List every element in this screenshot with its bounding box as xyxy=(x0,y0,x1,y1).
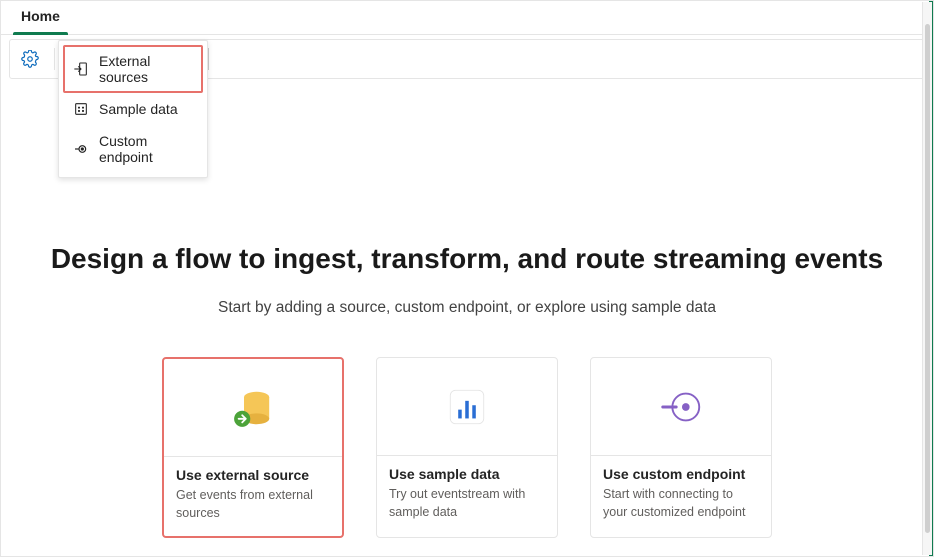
card-sample-data[interactable]: Use sample data Try out eventstream with… xyxy=(376,357,558,538)
external-sources-icon xyxy=(73,61,89,77)
card-desc: Get events from external sources xyxy=(176,487,330,522)
sample-data-icon xyxy=(73,101,89,117)
gear-icon xyxy=(21,50,39,68)
card-desc: Start with connecting to your customized… xyxy=(603,486,759,521)
card-title: Use custom endpoint xyxy=(603,466,759,482)
custom-endpoint-icon xyxy=(73,141,89,157)
page-subheading: Start by adding a source, custom endpoin… xyxy=(21,299,913,317)
page-headline: Design a flow to ingest, transform, and … xyxy=(21,243,913,275)
dropdown-item-label: External sources xyxy=(99,53,193,85)
settings-button[interactable] xyxy=(16,45,44,73)
card-title: Use external source xyxy=(176,467,330,483)
add-source-dropdown: External sources Sample data Custom endp… xyxy=(58,40,208,178)
dropdown-item-label: Custom endpoint xyxy=(99,133,193,165)
card-desc: Try out eventstream with sample data xyxy=(389,486,545,521)
dropdown-item-label: Sample data xyxy=(99,101,178,117)
toolbar-divider xyxy=(54,48,55,70)
card-custom-endpoint-illustration xyxy=(591,358,771,456)
tab-home[interactable]: Home xyxy=(13,2,68,34)
tab-home-label: Home xyxy=(21,8,60,24)
dropdown-item-external-sources[interactable]: External sources xyxy=(63,45,203,93)
card-external-source-illustration xyxy=(164,359,342,457)
card-custom-endpoint[interactable]: Use custom endpoint Start with connectin… xyxy=(590,357,772,538)
dropdown-item-custom-endpoint[interactable]: Custom endpoint xyxy=(63,125,203,173)
tab-bar: Home xyxy=(1,1,933,35)
scrollbar-vertical[interactable] xyxy=(922,2,932,555)
card-external-source[interactable]: Use external source Get events from exte… xyxy=(162,357,344,538)
dropdown-item-sample-data[interactable]: Sample data xyxy=(63,93,203,125)
scrollbar-thumb[interactable] xyxy=(925,24,930,533)
cards-row: Use external source Get events from exte… xyxy=(21,357,913,538)
card-title: Use sample data xyxy=(389,466,545,482)
card-sample-data-illustration xyxy=(377,358,557,456)
